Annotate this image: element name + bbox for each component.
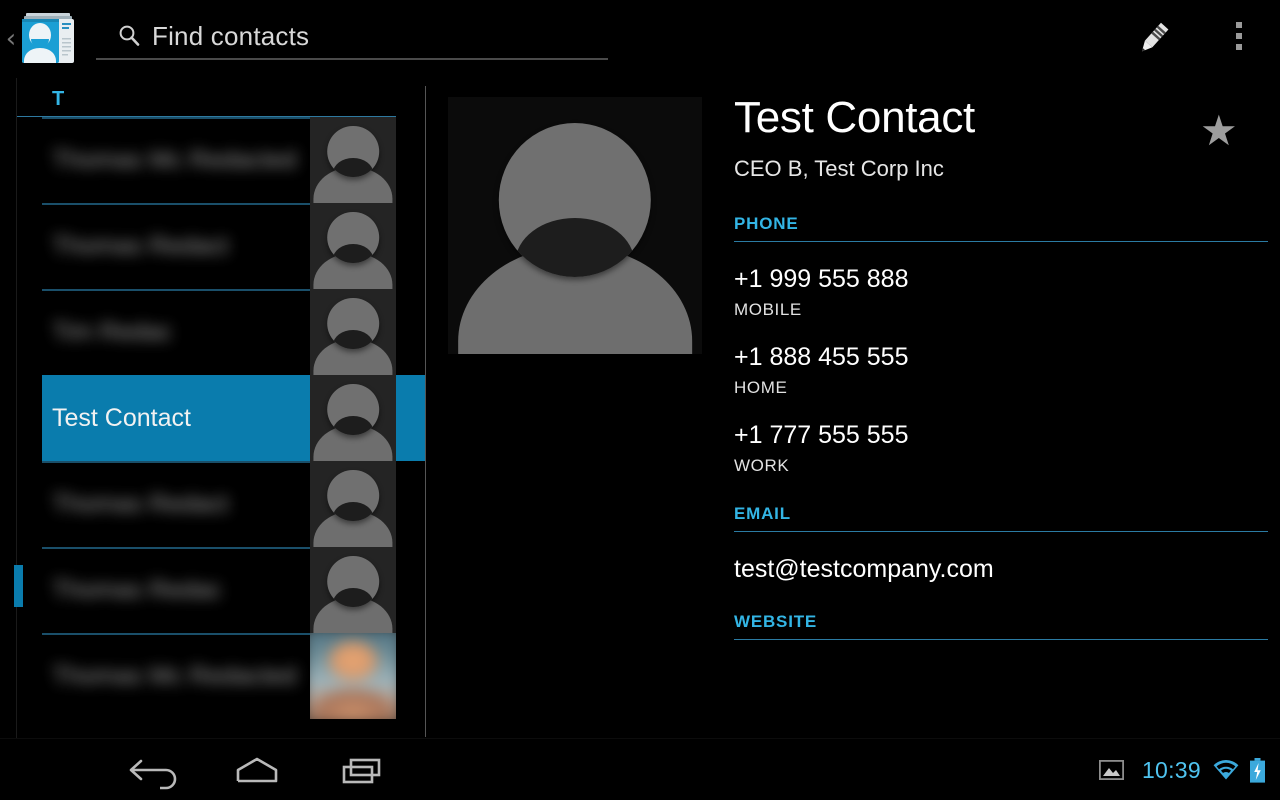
detail-item[interactable]: +1 888 455 555 HOME (734, 342, 1268, 398)
detail-item[interactable]: +1 999 555 888 MOBILE (734, 264, 1268, 320)
contact-list-item[interactable]: Thomas Redact (42, 461, 426, 547)
overflow-dot (1236, 22, 1242, 28)
overflow-dot (1236, 44, 1242, 50)
list-item-name: Thomas Redact (52, 232, 229, 260)
detail-item-type: WORK (734, 456, 790, 475)
list-item-name: Tim Redac (52, 318, 172, 346)
detail-item[interactable]: test@testcompany.com (734, 554, 1268, 584)
detail-item-type: MOBILE (734, 300, 802, 319)
avatar-head (327, 297, 379, 350)
contact-list[interactable]: Thomas Mc Redacted Thomas Redact Tim Redac… (0, 117, 426, 738)
list-item-name: Thomas Redact (52, 490, 229, 518)
list-scrollbar-thumb[interactable] (14, 565, 23, 607)
contact-organization: CEO B, Test Corp Inc (734, 156, 944, 181)
contact-list-item[interactable]: Thomas Mc Redacted (42, 633, 426, 719)
avatar-smile-notch (332, 415, 374, 436)
battery-charging-icon (1249, 757, 1266, 783)
avatar-graphic (310, 203, 396, 289)
avatar-graphic (310, 289, 396, 375)
recents-nav-icon[interactable] (328, 749, 398, 791)
avatar-head (498, 122, 652, 277)
pencil-edit-icon[interactable] (1133, 16, 1175, 60)
detail-sections: PHONE +1 999 555 888 MOBILE +1 888 455 555 H… (734, 214, 1268, 640)
system-navigation-bar: 10:39 (0, 738, 1280, 800)
contact-list-item[interactable]: Thomas Redac (42, 547, 426, 633)
contact-list-item[interactable]: Test Contact (42, 375, 426, 461)
avatar-smile-notch (332, 501, 374, 522)
detail-item-value: +1 888 455 555 (734, 343, 909, 371)
list-item-avatar[interactable] (310, 547, 396, 633)
detail-section-label: PHONE (734, 214, 799, 233)
list-item-avatar[interactable] (310, 375, 396, 461)
detail-item-value: +1 777 555 555 (734, 421, 909, 449)
avatar-smile-notch (332, 243, 374, 264)
status-bar-right: 10:39 (1098, 753, 1266, 787)
avatar-graphic (310, 375, 396, 461)
search-placeholder: Find contacts (152, 21, 310, 51)
detail-section: WEBSITE (734, 612, 1268, 640)
detail-section-rule (734, 241, 1268, 242)
contact-detail-body: Test Contact CEO B, Test Corp Inc PHONE +… (734, 90, 1268, 640)
list-item-name: Thomas Mc Redacted (52, 146, 297, 174)
avatar-head (327, 555, 379, 608)
contact-detail-pane: ★ Test Contact CEO B, Test Corp Inc PHON… (426, 78, 1280, 738)
contacts-app-icon[interactable] (18, 8, 78, 68)
detail-item-value: +1 999 555 888 (734, 265, 909, 293)
status-bar-clock: 10:39 (1141, 757, 1201, 783)
search-input[interactable]: Find contacts (96, 14, 608, 60)
back-nav-icon[interactable] (118, 749, 188, 791)
contact-list-item[interactable]: Thomas Redact (42, 203, 426, 289)
home-nav-icon[interactable] (222, 749, 292, 791)
action-bar: ‹ Find contacts (0, 0, 1280, 78)
list-item-avatar[interactable] (310, 633, 396, 719)
contact-list-item[interactable]: Tim Redac (42, 289, 426, 375)
avatar-graphic (310, 117, 396, 203)
detail-section-rule (734, 531, 1268, 532)
avatar-smile-notch (332, 587, 374, 608)
detail-item[interactable]: +1 777 555 555 WORK (734, 420, 1268, 476)
list-scrollbar-track (16, 78, 17, 738)
contacts-app-screen: ‹ Find contacts T Thomas Mc Redacted Tho… (0, 0, 1280, 800)
avatar-graphic (310, 547, 396, 633)
image-icon[interactable] (1098, 759, 1124, 781)
avatar-smile-notch (515, 218, 635, 277)
avatar-graphic (310, 461, 396, 547)
avatar-head (327, 125, 379, 178)
list-item-avatar[interactable] (310, 461, 396, 547)
list-item-name: Thomas Redac (52, 576, 222, 604)
avatar-graphic (448, 97, 702, 354)
list-item-avatar[interactable] (310, 117, 396, 203)
wifi-icon (1213, 759, 1239, 781)
overflow-dot (1236, 33, 1242, 39)
avatar-smile-notch (332, 329, 374, 350)
detail-item-type: HOME (734, 378, 788, 397)
avatar-photo (310, 633, 396, 719)
avatar-head (327, 211, 379, 264)
contact-list-pane[interactable]: T Thomas Mc Redacted Thomas Redact Tim Red… (0, 78, 426, 738)
detail-section-label: EMAIL (734, 504, 791, 523)
overflow-menu-icon[interactable] (1228, 22, 1250, 56)
contact-name: Test Contact (734, 93, 975, 142)
avatar-smile-notch (332, 157, 374, 178)
contact-photo-placeholder[interactable] (448, 97, 702, 354)
detail-item-value: test@testcompany.com (734, 555, 994, 583)
list-item-name: Thomas Mc Redacted (52, 662, 297, 690)
contact-list-item[interactable]: Thomas Mc Redacted (42, 117, 426, 203)
list-item-avatar[interactable] (310, 289, 396, 375)
detail-section-label: WEBSITE (734, 612, 818, 631)
section-header-letter: T (52, 88, 65, 110)
up-chevron-icon[interactable]: ‹ (4, 24, 18, 54)
detail-section: PHONE +1 999 555 888 MOBILE +1 888 455 555 H… (734, 214, 1268, 476)
avatar-head (327, 469, 379, 522)
detail-section: EMAIL test@testcompany.com (734, 504, 1268, 584)
avatar-head (327, 383, 379, 436)
search-icon (118, 24, 140, 46)
list-item-avatar[interactable] (310, 203, 396, 289)
list-item-name: Test Contact (52, 404, 191, 432)
detail-section-rule (734, 639, 1268, 640)
